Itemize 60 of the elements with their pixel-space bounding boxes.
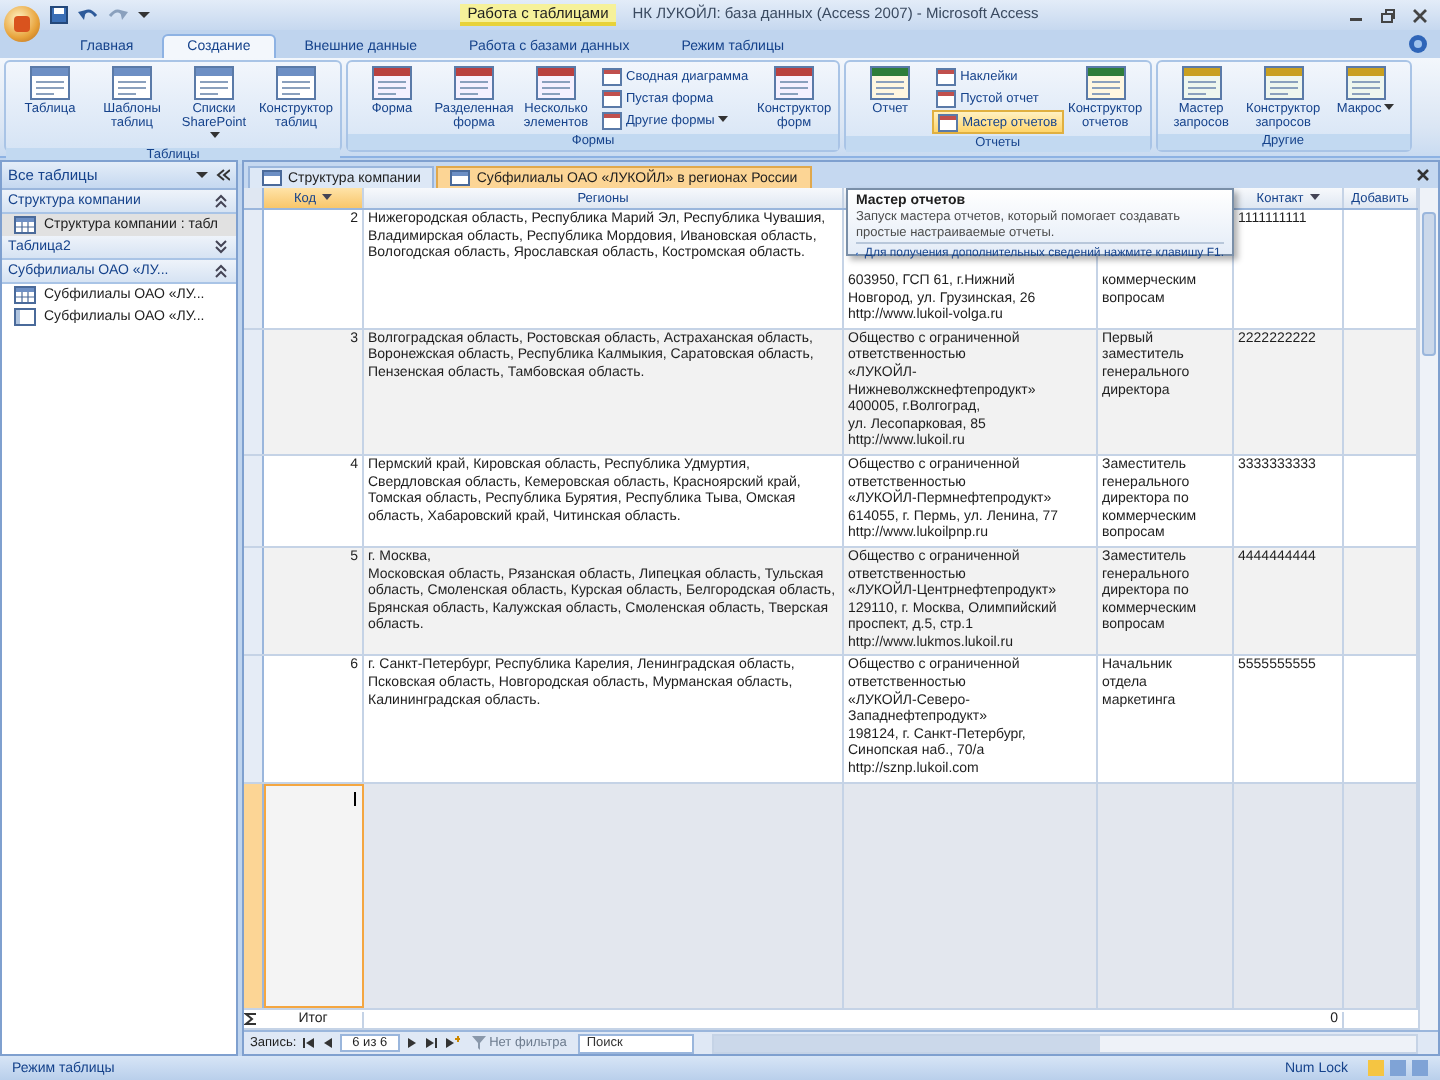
next-record-icon[interactable] bbox=[405, 1036, 418, 1050]
record-selector[interactable] bbox=[244, 210, 264, 328]
window-icon bbox=[536, 66, 576, 100]
office-logo-button[interactable] bbox=[4, 5, 40, 41]
last-record-icon[interactable] bbox=[423, 1036, 438, 1050]
dropdown-arrow-icon[interactable] bbox=[322, 194, 333, 202]
window-icon bbox=[276, 66, 316, 100]
table-icon bbox=[450, 170, 471, 186]
undo-icon[interactable] bbox=[78, 6, 98, 24]
window-icon bbox=[1181, 66, 1222, 100]
caret-icon[interactable] bbox=[138, 10, 150, 20]
window-icon bbox=[1263, 66, 1304, 100]
record-selector[interactable] bbox=[244, 455, 264, 546]
window-icon bbox=[194, 66, 234, 100]
horizontal-scrollbar[interactable] bbox=[712, 1033, 1418, 1053]
table-icon bbox=[262, 170, 282, 186]
view-switch-icon[interactable] bbox=[1368, 1060, 1428, 1076]
form-icon bbox=[14, 308, 36, 326]
window-icon bbox=[1085, 66, 1126, 100]
window-icon bbox=[936, 89, 957, 107]
funnel-icon bbox=[471, 1036, 486, 1050]
redo-icon[interactable] bbox=[108, 6, 128, 24]
table-icon bbox=[14, 216, 36, 234]
new-record-icon[interactable] bbox=[443, 1036, 460, 1050]
new-record-cell[interactable] bbox=[264, 783, 364, 1008]
window-icon bbox=[602, 89, 622, 107]
previous-record-icon[interactable] bbox=[322, 1036, 335, 1050]
window-icon bbox=[1345, 66, 1386, 100]
window-icon bbox=[870, 66, 911, 100]
close-icon[interactable] bbox=[1412, 7, 1428, 23]
chevron-up-icon bbox=[214, 194, 228, 208]
restore-icon[interactable] bbox=[1380, 7, 1396, 23]
vertical-scrollbar[interactable] bbox=[1418, 188, 1438, 1030]
table-icon bbox=[14, 286, 36, 304]
window-icon bbox=[372, 66, 412, 100]
record-selector[interactable] bbox=[244, 329, 264, 454]
caret-icon bbox=[196, 170, 208, 180]
record-selector[interactable] bbox=[244, 656, 264, 782]
window-icon bbox=[602, 67, 622, 85]
chevron-up-icon bbox=[214, 264, 228, 278]
text-cursor bbox=[354, 791, 356, 806]
sigma-icon bbox=[244, 1012, 258, 1026]
dropdown-arrow-icon[interactable] bbox=[1309, 194, 1320, 202]
window-icon bbox=[936, 67, 957, 85]
select-all-corner[interactable] bbox=[244, 188, 264, 208]
window-icon bbox=[938, 113, 959, 131]
window-icon bbox=[30, 66, 70, 100]
chevron-down-icon bbox=[214, 240, 228, 254]
caret-icon bbox=[210, 132, 220, 141]
window-icon bbox=[112, 66, 152, 100]
collapse-icon[interactable] bbox=[216, 168, 230, 182]
caret-icon bbox=[718, 116, 729, 124]
caret-icon bbox=[1383, 104, 1394, 113]
close-icon[interactable] bbox=[1416, 168, 1430, 182]
window-icon bbox=[454, 66, 494, 100]
window-icon bbox=[602, 111, 622, 129]
window-icon bbox=[774, 66, 815, 100]
save-icon[interactable] bbox=[50, 6, 68, 24]
first-record-icon[interactable] bbox=[302, 1036, 317, 1050]
record-selector[interactable] bbox=[244, 547, 264, 655]
